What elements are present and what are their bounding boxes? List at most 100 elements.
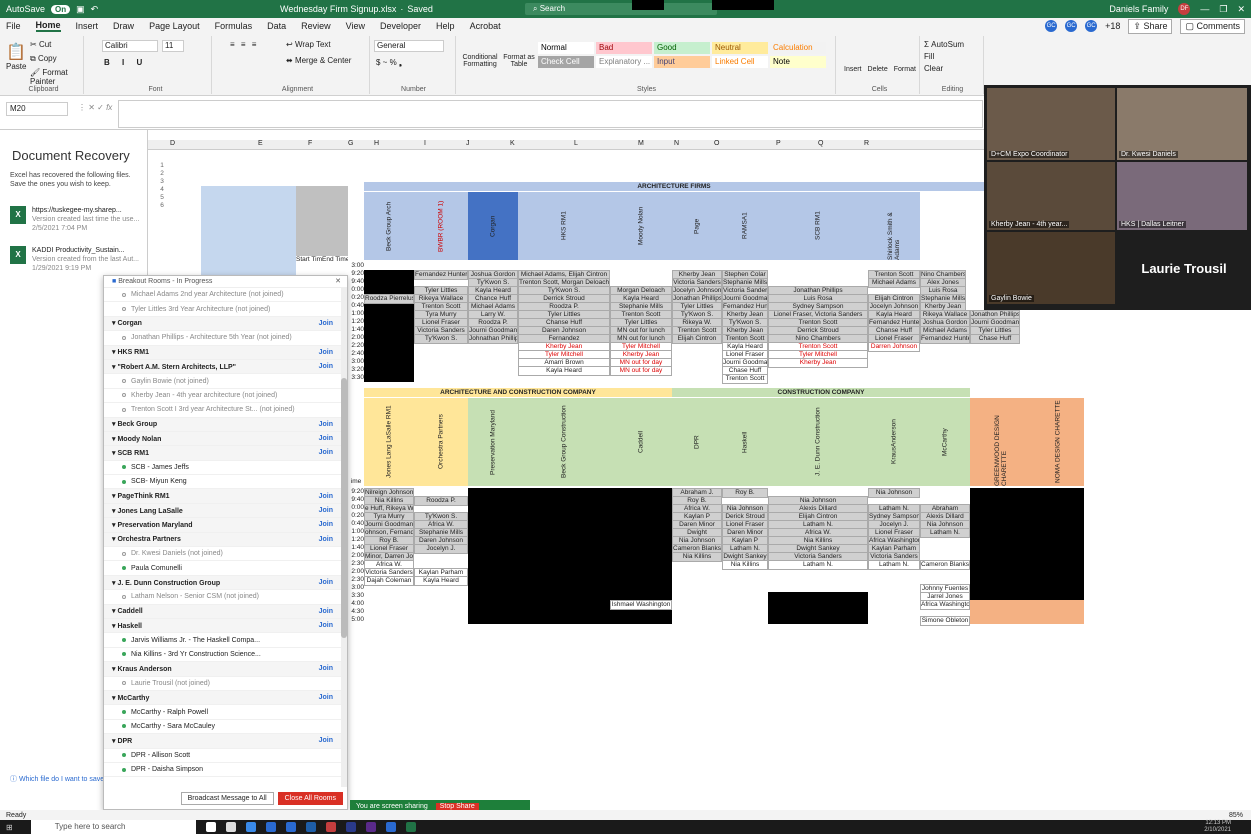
column-header[interactable]: F — [308, 140, 312, 147]
formula-input[interactable] — [118, 100, 983, 128]
time-cell[interactable]: 1:00 — [348, 528, 364, 536]
column-header[interactable]: E — [258, 140, 263, 147]
time-cell[interactable]: 1:40 — [348, 326, 364, 334]
scrollbar[interactable] — [341, 288, 347, 787]
join-room-button[interactable]: Join — [319, 421, 333, 428]
menu-acrobat[interactable]: Acrobat — [470, 21, 501, 31]
undo-icon[interactable]: ↶ — [91, 4, 99, 15]
copy-button[interactable]: ⧉ Copy — [30, 54, 57, 64]
search-box[interactable]: ⌕ Search — [525, 3, 717, 15]
breakout-room[interactable]: ▾ Corgan Join — [104, 316, 341, 332]
menu-data[interactable]: Data — [267, 21, 286, 31]
cell-style-swatch[interactable]: Explanatory ... — [596, 56, 652, 68]
video-tile[interactable]: HKS | Dallas Leitner — [1117, 162, 1247, 230]
close-icon[interactable]: ✕ — [335, 276, 341, 288]
minimize-icon[interactable]: — — [1200, 4, 1209, 14]
number-format-icons[interactable]: $ ~ % ❟ — [376, 58, 402, 68]
time-cell[interactable]: 1:00 — [348, 310, 364, 318]
time-cell[interactable]: 3:00 — [348, 262, 364, 270]
time-cell[interactable]: 9:40 — [348, 278, 364, 286]
mail-icon[interactable] — [265, 822, 276, 832]
schedule-cell[interactable]: Fernandez Hunter — [920, 334, 970, 344]
breakout-room[interactable]: ▾ Moody Nolan Join — [104, 431, 341, 447]
row-number[interactable]: 2 — [158, 170, 166, 178]
collaborator-avatar[interactable]: GC — [1045, 20, 1058, 32]
breakout-room[interactable]: ▾ SCB RM1 Join — [104, 446, 341, 461]
autosave-toggle[interactable]: On — [51, 4, 71, 14]
formula-controls[interactable]: ⋮ ✕ ✓ fx — [78, 103, 112, 112]
row-number[interactable]: 1 — [158, 162, 166, 170]
schedule-cell[interactable]: Elijah Cintron — [672, 334, 722, 344]
join-room-button[interactable]: Join — [319, 536, 333, 543]
schedule-cell[interactable]: Ishmael Washington — [610, 600, 672, 610]
join-room-button[interactable]: Join — [319, 622, 333, 629]
time-cell[interactable]: 0:40 — [348, 520, 364, 528]
join-room-button[interactable]: Join — [319, 493, 333, 500]
number-format-select[interactable]: General — [374, 40, 444, 52]
schedule-cell[interactable]: Ty'Kwon S. — [414, 334, 468, 344]
row-number[interactable]: 4 — [158, 186, 166, 194]
schedule-cell[interactable]: Johnathan Phillips — [468, 334, 518, 344]
time-cell[interactable]: 0:40 — [348, 302, 364, 310]
row-number[interactable]: 6 — [158, 202, 166, 210]
join-room-button[interactable]: Join — [319, 521, 333, 528]
time-cell[interactable]: 1:20 — [348, 536, 364, 544]
breakout-room[interactable]: ▾ J. E. Dunn Construction Group Join — [104, 575, 341, 591]
join-room-button[interactable]: Join — [319, 737, 333, 744]
video-tile[interactable]: Dr. Kwesi Daniels — [1117, 88, 1247, 160]
name-box[interactable]: M20 — [6, 102, 68, 116]
menu-help[interactable]: Help — [436, 21, 455, 31]
column-header[interactable]: N — [674, 140, 679, 147]
photoshop-icon[interactable] — [345, 822, 356, 832]
column-header[interactable]: H — [374, 140, 379, 147]
schedule-cell[interactable]: Simone Obleton — [920, 616, 970, 626]
schedule-cell[interactable]: Fernandez Hunter — [414, 270, 468, 280]
wrap-text-button[interactable]: ↩ Wrap Text — [286, 40, 331, 49]
merge-center-button[interactable]: ⬌ Merge & Center — [286, 56, 351, 65]
cell-style-swatch[interactable]: Calculation — [770, 42, 826, 54]
time-cell[interactable]: 4:30 — [348, 608, 364, 616]
time-cell[interactable]: 2:30 — [348, 560, 364, 568]
menu-file[interactable]: File — [6, 21, 21, 31]
windows-start-icon[interactable]: ⊞ — [6, 823, 13, 832]
autosum-button[interactable]: Σ AutoSum — [924, 40, 964, 49]
time-cell[interactable]: 0:00 — [348, 286, 364, 294]
recovery-help-link[interactable]: ⓘ Which file do I want to save? — [10, 774, 108, 784]
menu-review[interactable]: Review — [301, 21, 331, 31]
time-cell[interactable]: 2:30 — [348, 576, 364, 584]
menu-formulas[interactable]: Formulas — [215, 21, 253, 31]
time-cell[interactable]: 3:30 — [348, 374, 364, 382]
schedule-cell[interactable]: Nia Killins — [672, 552, 722, 562]
menu-insert[interactable]: Insert — [76, 21, 99, 31]
broadcast-button[interactable]: Broadcast Message to All — [180, 791, 274, 805]
schedule-cell[interactable]: Kherby Jean — [768, 358, 868, 368]
font-size-select[interactable]: 11 — [162, 40, 184, 52]
column-header[interactable]: Q — [818, 140, 823, 147]
schedule-cell[interactable]: Jocelyn J. — [414, 544, 468, 554]
schedule-cell[interactable]: Kayla Heard — [518, 366, 610, 376]
breakout-room[interactable]: ▾ "Robert A.M. Stern Architects, LLP" Joi… — [104, 359, 341, 375]
close-icon[interactable]: ✕ — [1237, 4, 1245, 15]
join-room-button[interactable]: Join — [319, 349, 333, 356]
time-cell[interactable]: 5:00 — [348, 616, 364, 624]
join-room-button[interactable]: Join — [319, 665, 333, 672]
column-header[interactable]: R — [864, 140, 869, 147]
time-cell[interactable]: 3:00 — [348, 584, 364, 592]
word-icon[interactable] — [305, 822, 316, 832]
edge-icon[interactable] — [285, 822, 296, 832]
format-as-table-button[interactable]: Format as Table — [502, 54, 536, 68]
time-cell[interactable]: 2:00 — [348, 552, 364, 560]
schedule-cell[interactable]: Roy B. — [722, 488, 768, 498]
schedule-cell[interactable]: Darren Johnson — [868, 342, 920, 352]
schedule-cell[interactable]: Roodza P. — [414, 496, 468, 506]
schedule-cell[interactable]: Latham N. — [768, 560, 868, 570]
restore-icon[interactable]: ❐ — [1219, 4, 1227, 15]
recovered-file[interactable]: X KADDI Productivity_Sustain... Version c… — [10, 246, 139, 273]
time-cell[interactable]: 9:20 — [348, 270, 364, 278]
cell-style-swatch[interactable]: Good — [654, 42, 710, 54]
time-cell[interactable]: 9:20 — [348, 488, 364, 496]
font-name-select[interactable]: Calibri — [102, 40, 158, 52]
time-cell[interactable]: 3:00 — [348, 358, 364, 366]
schedule-cell[interactable]: Roodza Pierrelus — [364, 294, 414, 304]
cut-button[interactable]: ✂ Cut — [30, 40, 51, 49]
